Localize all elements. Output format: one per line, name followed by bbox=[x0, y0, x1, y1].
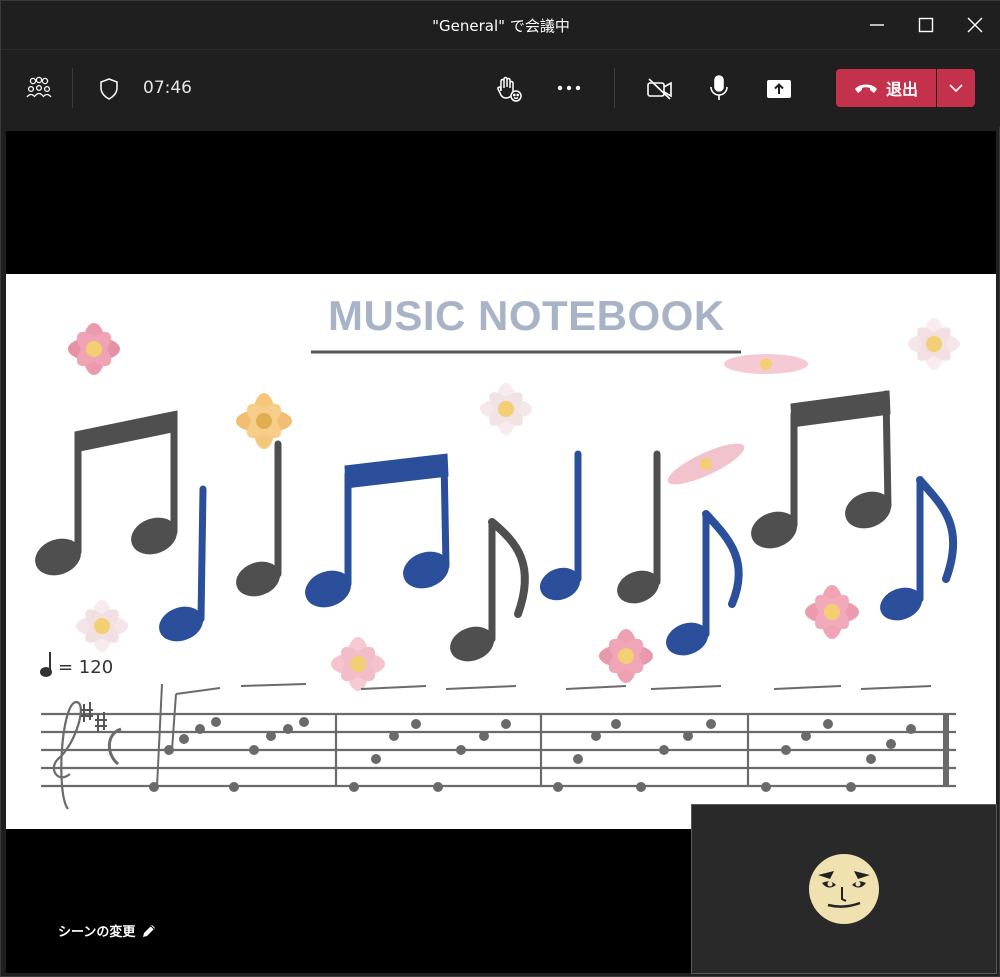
camera-off-icon bbox=[647, 78, 672, 100]
shield-icon bbox=[100, 78, 118, 100]
toolbar-divider bbox=[72, 68, 73, 108]
tempo-marking bbox=[40, 652, 52, 677]
leave-options-button[interactable] bbox=[937, 69, 975, 107]
minimize-icon bbox=[870, 24, 884, 26]
title-bar: "General" で会議中 bbox=[1, 1, 1000, 49]
notebook-title: MUSIC NOTEBOOK bbox=[328, 292, 725, 339]
maximize-icon bbox=[918, 17, 934, 33]
key-signature bbox=[81, 702, 107, 732]
pencil-icon bbox=[143, 924, 156, 937]
change-scene-label: シーンの変更 bbox=[58, 925, 136, 940]
music-notebook-artwork bbox=[35, 318, 960, 810]
tempo-label: = 120 bbox=[58, 657, 114, 678]
people-icon bbox=[26, 76, 52, 98]
close-icon bbox=[967, 17, 983, 33]
participants-button[interactable] bbox=[23, 74, 55, 102]
chevron-down-icon bbox=[949, 84, 963, 92]
leave-button[interactable]: 退出 bbox=[836, 69, 936, 107]
microphone-icon bbox=[710, 75, 728, 100]
toolbar-divider bbox=[614, 68, 615, 108]
shared-content: MUSIC NOTEBOOK = 120 bbox=[6, 274, 996, 829]
window-title: "General" で会議中 bbox=[432, 17, 570, 35]
maximize-button[interactable] bbox=[906, 9, 946, 41]
more-icon bbox=[557, 85, 581, 91]
music-notes bbox=[35, 390, 958, 662]
close-window-button[interactable] bbox=[955, 9, 995, 41]
change-scene-button[interactable]: シーンの変更 bbox=[58, 921, 157, 940]
reactions-button[interactable] bbox=[494, 74, 524, 104]
share-screen-icon bbox=[767, 80, 791, 98]
leave-button-label: 退出 bbox=[885, 80, 918, 99]
minimize-button[interactable] bbox=[857, 9, 897, 41]
raise-hand-icon bbox=[497, 76, 522, 102]
meeting-window: "General" で会議中 07:46 退出 MUSIC NOTEBOOK =… bbox=[0, 0, 1000, 977]
meeting-timer: 07:46 bbox=[143, 78, 192, 98]
microphone-toggle-button[interactable] bbox=[705, 72, 733, 104]
music-staff bbox=[41, 700, 956, 810]
more-options-button[interactable] bbox=[554, 76, 584, 100]
camera-toggle-button[interactable] bbox=[644, 74, 676, 104]
share-content-button[interactable] bbox=[764, 75, 794, 103]
phone-hangup-icon bbox=[854, 84, 877, 93]
avatar bbox=[809, 854, 879, 924]
self-view-tile[interactable] bbox=[691, 804, 997, 974]
meeting-toolbar: 07:46 退出 bbox=[1, 49, 1000, 127]
meeting-info-button[interactable] bbox=[97, 77, 121, 101]
